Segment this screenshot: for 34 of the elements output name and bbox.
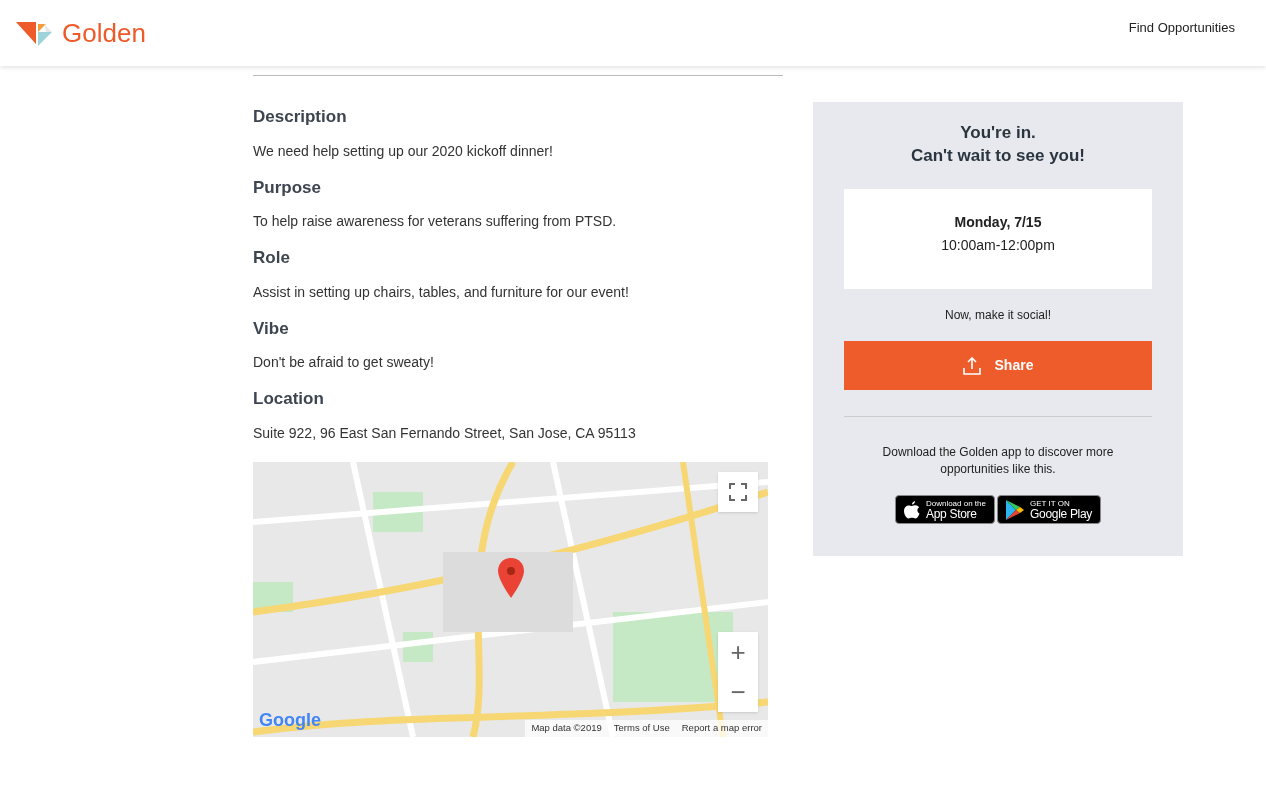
- social-prompt: Now, make it social!: [944, 307, 1051, 324]
- share-icon: [962, 356, 981, 375]
- confirmation-title: You're in.: [960, 122, 1036, 144]
- map-pin-icon: [498, 557, 524, 598]
- apple-icon: [903, 500, 920, 519]
- section-heading: Purpose: [253, 176, 323, 199]
- map-footer-link[interactable]: Report a map error: [681, 721, 762, 736]
- map-footer-link: Map data ©2019: [531, 721, 602, 736]
- nav-link[interactable]: Find Opportunities: [1128, 18, 1235, 38]
- zoom-out-button[interactable]: −: [718, 671, 758, 712]
- section-text: Suite 922, 96 East San Fernando Street, San Jose, CA 95113: [253, 423, 637, 443]
- map[interactable]: + − Google Map data ©2019 Terms of Use Report a map error: [253, 461, 768, 737]
- zoom-in-button[interactable]: +: [718, 631, 758, 672]
- map-footer-link[interactable]: Terms of Use: [613, 721, 670, 736]
- download-text: Download the Golden app to discover more opportunities like this.: [881, 444, 1115, 478]
- fullscreen-icon: [729, 482, 747, 501]
- section-text: To help raise awareness for veterans suffering from PTSD.: [253, 212, 618, 231]
- section-heading: Role: [253, 247, 291, 269]
- app-store-badge[interactable]: Download on the App Store: [894, 495, 995, 524]
- brand-name: Golden: [62, 16, 146, 50]
- section-heading: Vibe: [253, 317, 290, 340]
- event-time: 10:00am-12:00pm: [941, 236, 1055, 255]
- google-play-badge[interactable]: GET IT ON Google Play: [997, 495, 1102, 524]
- section-text: Assist in setting up chairs, tables, and furniture for our event!: [253, 282, 630, 302]
- section-heading: Description: [253, 106, 348, 128]
- event-date: Monday, 7/15: [954, 213, 1042, 232]
- section-text: Don't be afraid to get sweaty!: [253, 353, 435, 372]
- fullscreen-button[interactable]: [718, 471, 758, 512]
- play-icon: [1006, 499, 1024, 520]
- logo-icon: [16, 20, 52, 46]
- confirmation-title: Can't wait to see you!: [910, 145, 1086, 167]
- map-attribution: Google: [259, 708, 321, 732]
- section-text: We need help setting up our 2020 kickoff dinner!: [253, 141, 554, 161]
- section-heading: Location: [253, 388, 325, 410]
